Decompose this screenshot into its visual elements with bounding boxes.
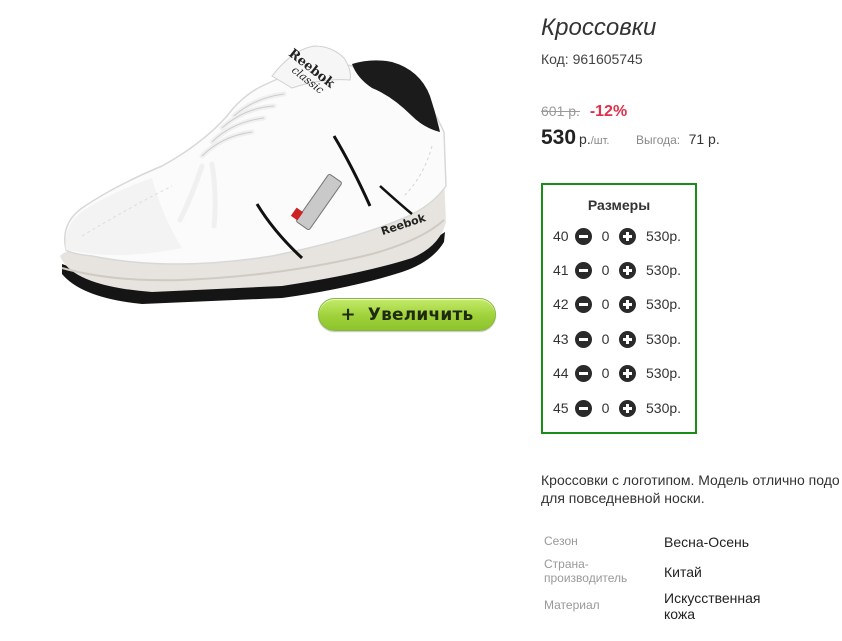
sizes-title: Размеры bbox=[587, 197, 651, 213]
description-line: для повседневной носки. bbox=[541, 490, 705, 506]
old-price: 601 р. bbox=[541, 103, 580, 119]
product-code-label: Код: bbox=[541, 51, 569, 67]
discount-badge: -12% bbox=[589, 103, 628, 120]
attribute-label-country: Страна- производитель bbox=[544, 557, 627, 585]
plus-icon[interactable] bbox=[619, 364, 636, 382]
minus-icon[interactable] bbox=[575, 227, 592, 245]
benefit-value: 71 р. bbox=[688, 131, 720, 147]
plus-icon[interactable] bbox=[619, 295, 636, 313]
size-number: 40 bbox=[553, 228, 569, 244]
size-row: 42 0 530р. bbox=[553, 294, 681, 314]
attribute-value-season: Весна-Осень bbox=[664, 534, 750, 550]
size-row: 40 0 530р. bbox=[553, 226, 681, 246]
product-title: Кроссовки bbox=[541, 14, 657, 41]
plus-icon: + bbox=[340, 304, 356, 325]
size-row: 44 0 530р. bbox=[553, 363, 681, 383]
size-quantity: 0 bbox=[601, 262, 610, 278]
attribute-label-line: Страна- bbox=[544, 557, 589, 571]
minus-icon[interactable] bbox=[575, 364, 592, 382]
size-row: 45 0 530р. bbox=[553, 398, 681, 418]
size-price: 530р. bbox=[646, 331, 682, 347]
size-price: 530р. bbox=[646, 262, 682, 278]
price-row: 530 р./шт. Выгода: 71 р. bbox=[541, 126, 720, 150]
attribute-value-line: Искусственная bbox=[664, 590, 761, 606]
current-price: 530 bbox=[541, 126, 577, 149]
sizes-panel: Размеры 40 0 530р. 41 0 530р. 42 0 530р.… bbox=[541, 183, 697, 434]
minus-icon[interactable] bbox=[575, 261, 592, 279]
size-quantity: 0 bbox=[601, 365, 610, 381]
description-line: Кроссовки с логотипом. Модель отлично по… bbox=[541, 472, 840, 488]
product-description: Кроссовки с логотипом. Модель отлично по… bbox=[541, 471, 842, 507]
attribute-value-country: Китай bbox=[664, 564, 702, 580]
size-row: 41 0 530р. bbox=[553, 260, 681, 280]
plus-icon[interactable] bbox=[619, 261, 636, 279]
product-image[interactable]: Reebok classic Reebok bbox=[52, 36, 462, 336]
size-number: 44 bbox=[553, 365, 569, 381]
plus-icon[interactable] bbox=[619, 227, 636, 245]
price-unit-per-item: /шт. bbox=[590, 135, 610, 147]
attribute-label-season: Сезон bbox=[544, 534, 578, 548]
size-number: 45 bbox=[553, 400, 569, 416]
minus-icon[interactable] bbox=[575, 295, 592, 313]
size-quantity: 0 bbox=[601, 296, 610, 312]
size-quantity: 0 bbox=[601, 331, 610, 347]
size-row: 43 0 530р. bbox=[553, 329, 681, 349]
plus-icon[interactable] bbox=[619, 399, 636, 417]
size-price: 530р. bbox=[646, 400, 682, 416]
size-quantity: 0 bbox=[601, 228, 610, 244]
attribute-label-line: производитель bbox=[544, 571, 628, 585]
attribute-value-material: Искусственная кожа bbox=[664, 590, 761, 622]
minus-icon[interactable] bbox=[575, 399, 592, 417]
zoom-button-label: Увеличить bbox=[367, 304, 474, 325]
attribute-value-line: кожа bbox=[664, 606, 696, 622]
size-number: 43 bbox=[553, 331, 569, 347]
product-code: Код: 961605745 bbox=[541, 51, 643, 67]
minus-icon[interactable] bbox=[575, 330, 592, 348]
price-unit: р. bbox=[579, 131, 591, 147]
product-page: Reebok classic Reebok + Увеличить Кроссо… bbox=[0, 0, 842, 641]
zoom-button[interactable]: + Увеличить bbox=[318, 298, 496, 331]
size-price: 530р. bbox=[646, 296, 682, 312]
size-price: 530р. bbox=[646, 365, 682, 381]
sneaker-photo: Reebok classic Reebok bbox=[60, 45, 447, 304]
old-price-row: 601 р. -12% bbox=[541, 103, 627, 121]
size-quantity: 0 bbox=[601, 400, 610, 416]
plus-icon[interactable] bbox=[619, 330, 636, 348]
attribute-label-material: Материал bbox=[544, 598, 600, 612]
product-code-value: 961605745 bbox=[572, 51, 643, 67]
benefit-label: Выгода: bbox=[635, 133, 681, 147]
size-number: 42 bbox=[553, 296, 569, 312]
size-number: 41 bbox=[553, 262, 569, 278]
size-price: 530р. bbox=[646, 228, 682, 244]
